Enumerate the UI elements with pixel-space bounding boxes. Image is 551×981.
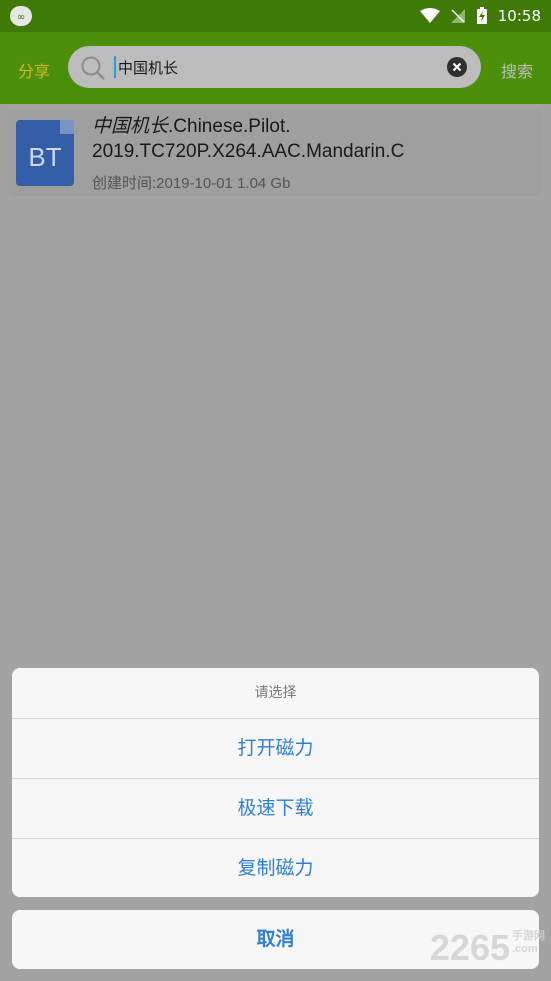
file-fold-corner (60, 120, 74, 134)
status-icons: 10:58 (419, 0, 541, 32)
search-icon (81, 56, 105, 80)
result-title: 中国机长.Chinese.Pilot. 2019.TC720P.X264.AAC… (92, 114, 532, 164)
bt-file-icon: BT (16, 120, 74, 186)
search-box[interactable]: 中国机长 (68, 46, 481, 88)
wifi-icon (419, 8, 440, 23)
search-input[interactable]: 中国机长 (118, 57, 178, 78)
app-icon: ∞ (10, 6, 32, 26)
text-cursor (114, 56, 116, 78)
copy-magnet-button[interactable]: 复制磁力 (12, 839, 539, 897)
action-sheet: 请选择 打开磁力 极速下载 复制磁力 (12, 668, 539, 897)
svg-text:∞: ∞ (17, 12, 25, 23)
search-button[interactable]: 搜索 (501, 58, 533, 82)
battery-charging-icon (476, 7, 487, 24)
result-list-item[interactable]: BT 中国机长.Chinese.Pilot. 2019.TC720P.X264.… (8, 110, 543, 196)
share-button[interactable]: 分享 (18, 58, 50, 82)
fast-download-button[interactable]: 极速下载 (12, 779, 539, 839)
bt-icon-label: BT (28, 142, 62, 172)
result-title-line1: .Chinese.Pilot. (168, 116, 291, 137)
result-title-line2: 2019.TC720P.X264.AAC.Mandarin.C (92, 141, 405, 162)
app-header: 分享 中国机长 搜索 (0, 32, 551, 104)
status-bar: ∞ 10:58 (0, 0, 551, 32)
result-meta: 创建时间:2019-10-01 1.04 Gb (92, 175, 291, 192)
watermark-logo: 2265 手游网 .com (430, 927, 545, 969)
open-magnet-button[interactable]: 打开磁力 (12, 719, 539, 779)
watermark-text: 2265 (429, 927, 510, 968)
action-sheet-title: 请选择 (12, 668, 539, 719)
result-title-highlight: 中国机长 (92, 116, 169, 137)
watermark-suffix: 手游网 .com (512, 930, 545, 955)
no-signal-icon (450, 9, 465, 23)
status-time: 10:58 (497, 7, 541, 25)
clear-icon[interactable] (447, 57, 467, 77)
